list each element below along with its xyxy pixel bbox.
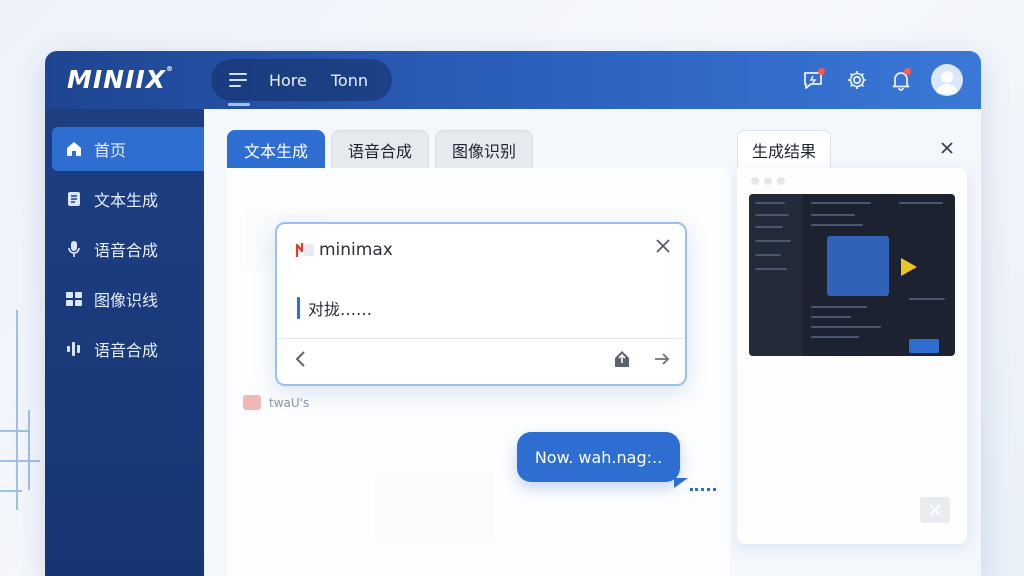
result-preview-image[interactable]: [749, 194, 955, 356]
brand-logo-icon: [295, 241, 315, 259]
back-arrow-icon[interactable]: [293, 350, 309, 372]
microphone-icon: [64, 239, 84, 259]
typing-indicator: [690, 488, 716, 492]
nav-link-home[interactable]: Hore: [269, 71, 307, 90]
top-bar: MINIIX® Hore Tonn: [45, 51, 981, 109]
home-icon: [64, 139, 84, 159]
notification-dot: [818, 68, 825, 75]
sidebar-item-text-generation[interactable]: 文本生成: [52, 177, 204, 221]
sidebar-item-label: 首页: [94, 141, 127, 160]
prompt-dialog: minimax 对拢……: [275, 222, 687, 386]
waveform-icon: [64, 339, 84, 359]
image-grid-icon: [64, 289, 84, 309]
circuit-decoration: [0, 300, 48, 576]
close-icon[interactable]: [940, 140, 954, 159]
app-logo[interactable]: MINIIX®: [67, 65, 174, 94]
sidebar-item-label: 语音合成: [94, 241, 159, 260]
chat-note: twaU's: [243, 395, 309, 410]
chat-alert-icon[interactable]: [791, 51, 835, 109]
dialog-brand: minimax: [295, 240, 393, 260]
preview-player: [827, 236, 889, 296]
nav-link-tonn[interactable]: Tonn: [331, 71, 368, 90]
gear-icon[interactable]: [835, 51, 879, 109]
top-nav: Hore Tonn: [211, 59, 392, 101]
user-avatar[interactable]: [931, 64, 963, 96]
sidebar-item-label: 图像识线: [94, 291, 159, 310]
menu-icon[interactable]: [229, 73, 247, 87]
upload-icon[interactable]: [613, 350, 631, 372]
message-bubble[interactable]: Now. wah.nag:..: [517, 432, 688, 488]
sidebar-item-label: 文本生成: [94, 191, 159, 210]
play-icon[interactable]: [901, 258, 917, 276]
send-arrow-icon[interactable]: [653, 350, 671, 372]
prompt-input-text: 对拢……: [308, 300, 373, 319]
dialog-divider: [277, 338, 685, 339]
text-caret: [297, 297, 300, 319]
tab-bar: 文本生成 语音合成 图像识别: [227, 130, 539, 168]
result-panel: [737, 168, 967, 544]
tab-speech-synthesis[interactable]: 语音合成: [331, 130, 430, 168]
sidebar-item-home[interactable]: 首页: [52, 127, 204, 171]
close-icon[interactable]: [655, 238, 671, 258]
sidebar-item-speech-synthesis[interactable]: 语音合成: [52, 227, 204, 271]
sidebar-item-image-recognition[interactable]: 图像识线: [52, 277, 204, 321]
bell-icon[interactable]: [879, 51, 923, 109]
close-icon[interactable]: [920, 497, 950, 523]
preview-sidebar: [749, 194, 803, 356]
document-icon: [64, 189, 84, 209]
sidebar-item-label: 语音合成: [94, 341, 159, 360]
bubble-tail: [674, 478, 688, 488]
nav-active-indicator: [228, 103, 250, 106]
comment-icon: [243, 395, 261, 410]
sidebar-item-speech-synthesis-2[interactable]: 语音合成: [52, 327, 204, 371]
top-bar-actions: [791, 51, 981, 109]
message-text: Now. wah.nag:..: [534, 447, 663, 467]
notification-dot: [904, 68, 911, 75]
tab-image-recognition[interactable]: 图像识别: [435, 130, 534, 168]
prompt-input[interactable]: 对拢……: [297, 296, 372, 320]
preview-action-button[interactable]: [909, 339, 939, 353]
dialog-brand-name: minimax: [319, 240, 393, 260]
chat-note-text: twaU's: [269, 395, 310, 410]
tab-text-generation[interactable]: 文本生成: [227, 130, 326, 168]
tab-generation-result[interactable]: 生成结果: [737, 130, 831, 168]
window-controls: [751, 177, 790, 185]
app-window: MINIIX® Hore Tonn 首页 文本生成 语音合成 图像识线 语音合成…: [45, 51, 981, 576]
